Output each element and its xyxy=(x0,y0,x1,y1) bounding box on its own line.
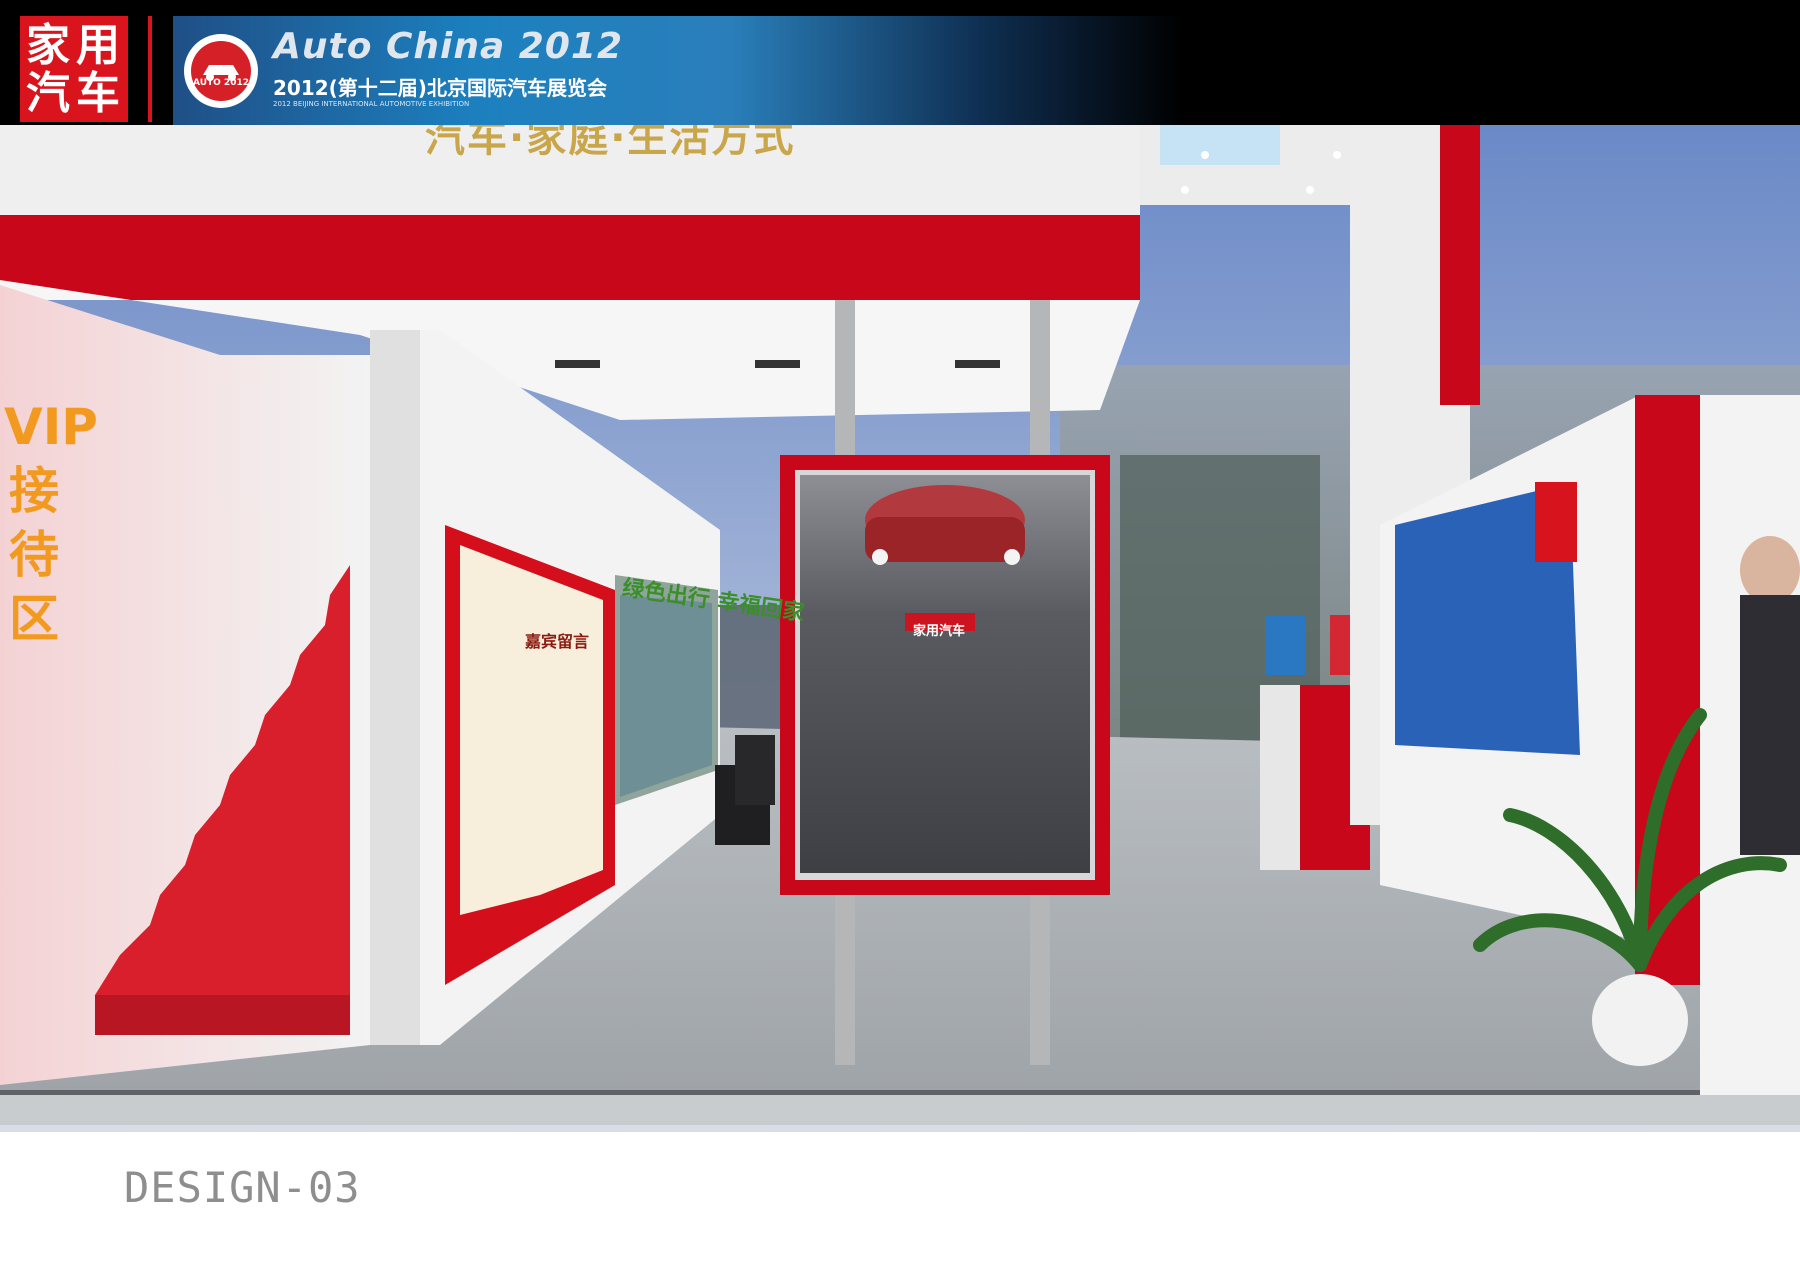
header-divider xyxy=(148,16,152,122)
logo-char: 车 xyxy=(76,68,120,119)
logo-char: 家 xyxy=(26,20,70,71)
header-bar: 家 用 汽 车 AUTO 2012 Auto China 2012 2012(第… xyxy=(0,0,1800,125)
car-plate-label: 家用汽车 xyxy=(913,624,966,639)
banner-subtitle: 2012(第十二届)北京国际汽车展览会 xyxy=(273,76,607,100)
logo-char: 汽 xyxy=(26,68,70,119)
banner-english: 2012 BEIJING INTERNATIONAL AUTOMOTIVE EX… xyxy=(273,100,470,108)
booth-rendering: 汽车·家庭·生活方式 VIP接待区 绿色出行 幸福回家 嘉宾留言 家用汽车 xyxy=(0,125,1800,1132)
design-caption: DESIGN-03 xyxy=(124,1163,361,1212)
page: 家 用 汽 车 AUTO 2012 Auto China 2012 2012(第… xyxy=(0,0,1800,1273)
booth-illustration xyxy=(0,125,1800,1132)
auto-china-badge-icon: AUTO 2012 xyxy=(184,34,258,108)
vip-area-sign: VIP接待区 xyxy=(4,398,98,648)
top-slogan: 汽车·家庭·生活方式 xyxy=(425,125,796,161)
badge-inner: AUTO 2012 xyxy=(191,41,251,101)
brand-logo: 家 用 汽 车 xyxy=(20,16,128,122)
logo-char: 用 xyxy=(76,20,120,71)
badge-text: AUTO 2012 xyxy=(193,78,249,88)
guest-board-label: 嘉宾留言 xyxy=(525,632,590,651)
banner-title: Auto China 2012 xyxy=(273,26,624,67)
